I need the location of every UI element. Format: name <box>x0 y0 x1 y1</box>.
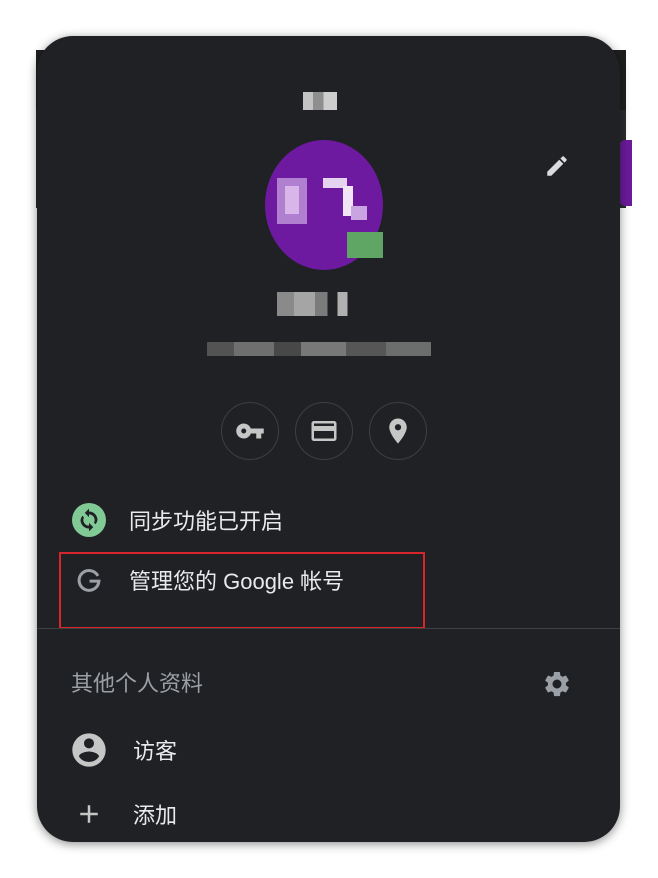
manage-profiles-button[interactable] <box>537 664 577 704</box>
key-icon <box>236 423 264 439</box>
payment-methods-button[interactable] <box>295 402 353 460</box>
quick-actions-row <box>221 402 427 460</box>
background-avatar-peek <box>618 140 632 206</box>
avatar-badge <box>347 232 383 258</box>
sync-icon <box>72 503 106 537</box>
profile-name-pixelated <box>303 92 337 110</box>
other-profiles-title: 其他个人资料 <box>71 671 204 696</box>
manage-google-account-item[interactable]: 管理您的 Google 帐号 <box>37 552 620 608</box>
passwords-button[interactable] <box>221 402 279 460</box>
pencil-icon <box>547 156 567 176</box>
add-profile-item[interactable]: 添加 <box>37 786 620 842</box>
add-label: 添加 <box>133 803 178 828</box>
profile-menu-popup: 同步功能已开启 管理您的 Google 帐号 其他个人资料 访客 添加 <box>37 36 620 842</box>
sync-status-item[interactable]: 同步功能已开启 <box>37 492 620 548</box>
credit-card-icon <box>311 421 337 441</box>
sync-status-label: 同步功能已开启 <box>129 509 284 534</box>
addresses-button[interactable] <box>369 402 427 460</box>
google-g-icon <box>77 569 101 592</box>
edit-profile-button[interactable] <box>539 148 575 184</box>
profile-avatar[interactable] <box>263 136 387 276</box>
account-email-pixelated <box>207 342 431 356</box>
location-pin-icon <box>389 418 407 444</box>
gear-icon <box>545 672 569 697</box>
section-divider <box>37 628 620 629</box>
guest-label: 访客 <box>133 739 178 764</box>
account-name-pixelated <box>277 292 361 316</box>
account-circle-icon <box>72 733 106 767</box>
guest-profile-item[interactable]: 访客 <box>37 722 620 778</box>
plus-icon <box>80 805 98 823</box>
manage-google-account-label: 管理您的 Google 帐号 <box>129 569 345 594</box>
